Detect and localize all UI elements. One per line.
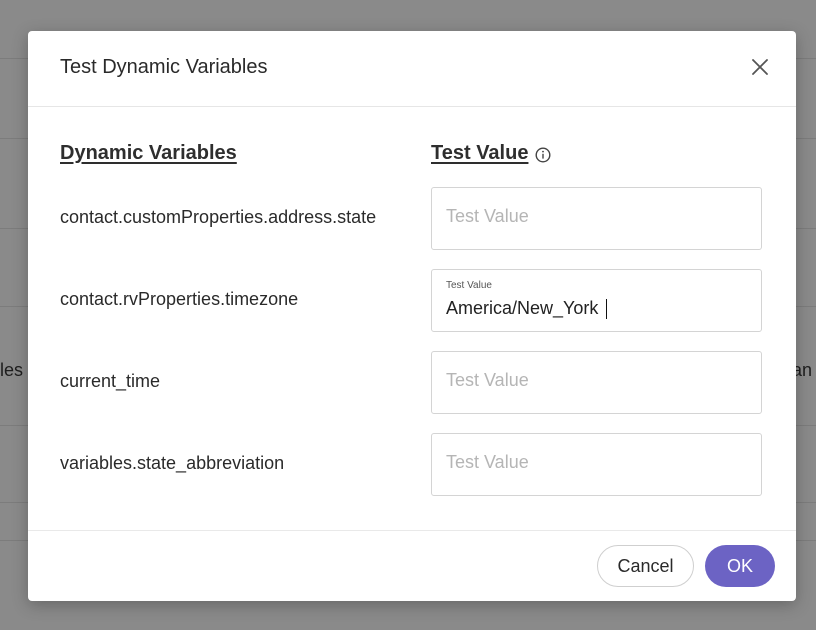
- test-value-input[interactable]: [446, 452, 746, 473]
- test-value-input[interactable]: [446, 370, 746, 391]
- variable-name: current_time: [60, 371, 161, 391]
- field-floating-label: Test Value: [446, 280, 492, 291]
- dynamic-variables-header: Dynamic Variables: [60, 142, 237, 164]
- test-value-input[interactable]: [446, 298, 746, 319]
- variable-name: contact.rvProperties.timezone: [60, 289, 299, 309]
- variable-name: variables.state_abbreviation: [60, 453, 285, 473]
- test-value-field[interactable]: [431, 433, 762, 496]
- info-icon[interactable]: [534, 146, 552, 164]
- ok-button[interactable]: OK: [705, 545, 775, 587]
- close-icon[interactable]: [748, 55, 772, 79]
- dialog-title: Test Dynamic Variables: [60, 56, 268, 78]
- dialog-header: Test Dynamic Variables: [28, 31, 796, 107]
- cancel-button[interactable]: Cancel: [597, 545, 694, 587]
- dialog-footer: Cancel OK: [28, 530, 796, 602]
- test-value-field[interactable]: [431, 351, 762, 414]
- test-value-field[interactable]: Test Value: [431, 269, 762, 332]
- text-cursor: [606, 299, 607, 319]
- test-value-header: Test Value: [431, 142, 529, 164]
- test-dynamic-variables-dialog: Test Dynamic Variables Dynamic Variables…: [28, 31, 796, 601]
- test-value-field[interactable]: [431, 187, 762, 250]
- test-value-input[interactable]: [446, 206, 746, 227]
- variable-name: contact.customProperties.address.state: [60, 207, 377, 227]
